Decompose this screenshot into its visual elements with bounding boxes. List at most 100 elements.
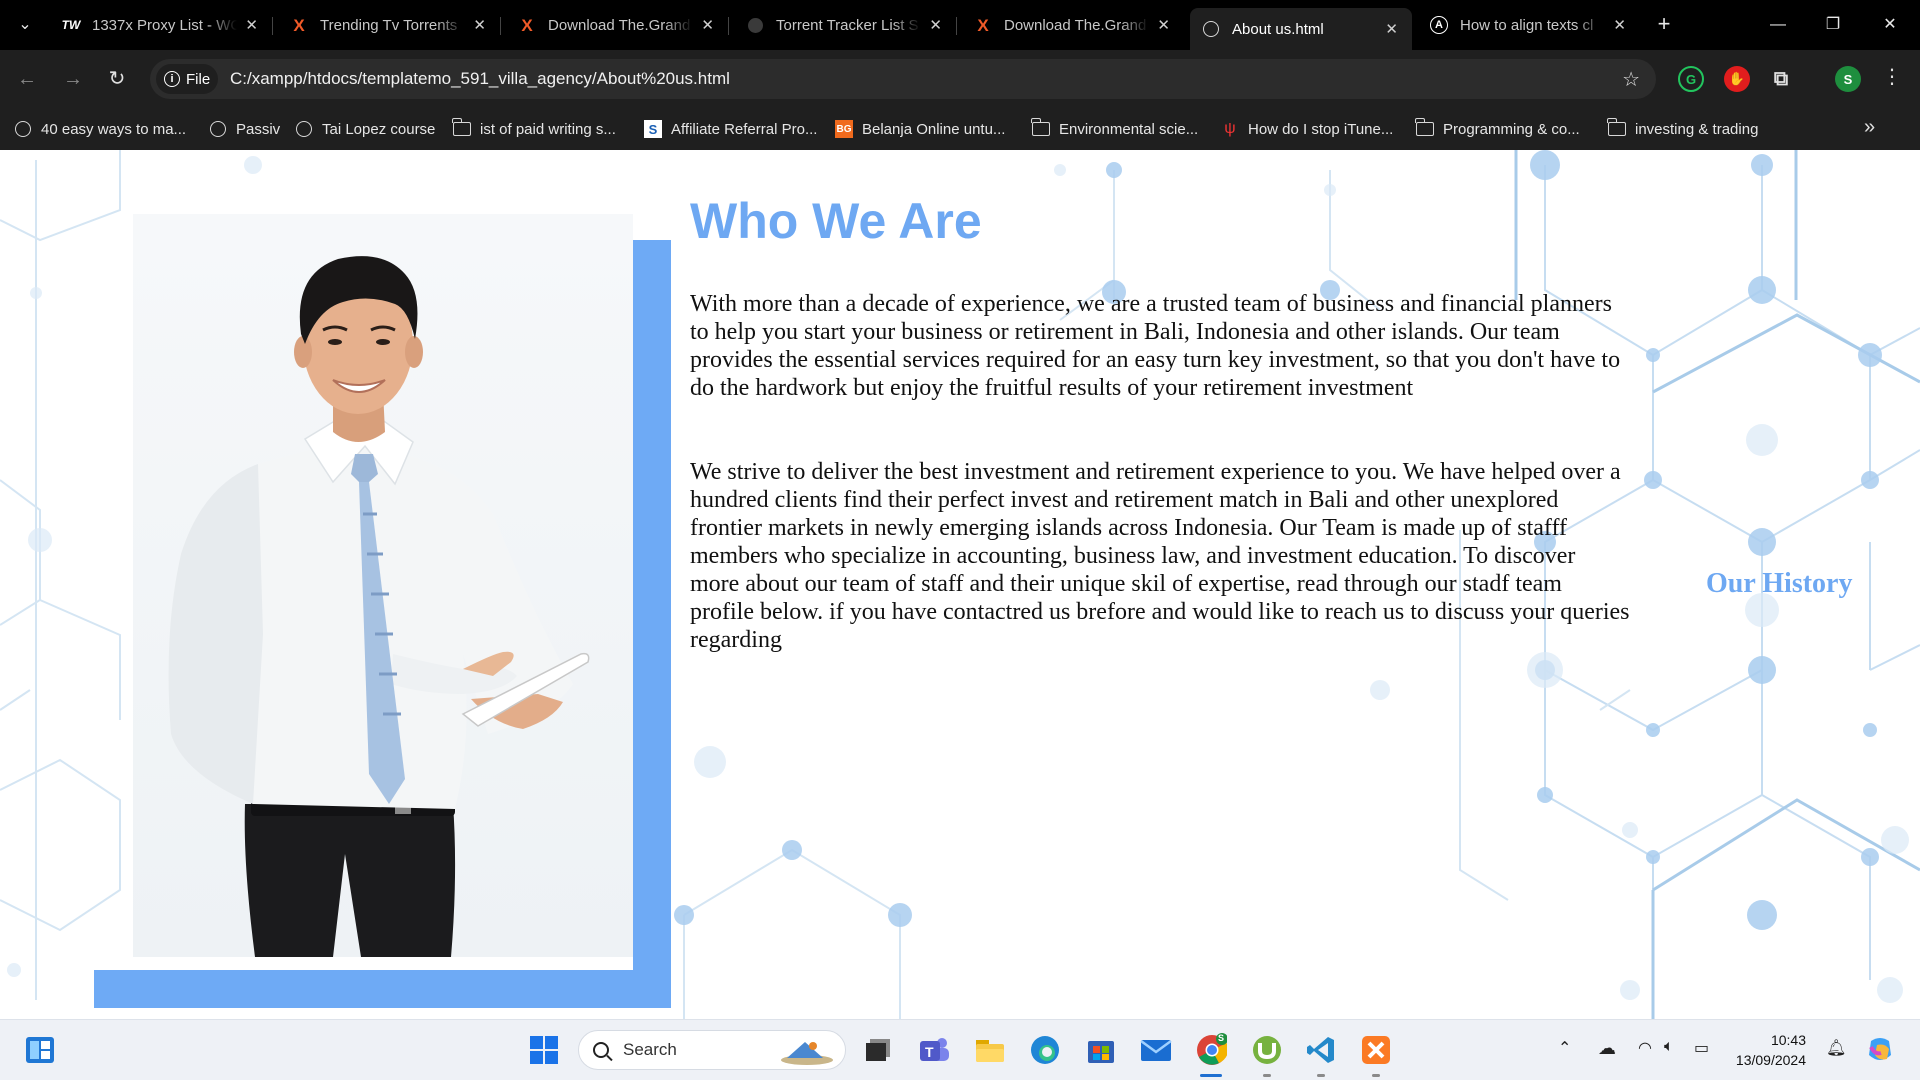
- task-view-icon[interactable]: [862, 1034, 894, 1066]
- address-bar[interactable]: i File C:/xampp/htdocs/templatemo_591_vi…: [150, 59, 1656, 99]
- url-text[interactable]: C:/xampp/htdocs/templatemo_591_villa_age…: [230, 69, 730, 89]
- bookmark-programming[interactable]: Programming & co...: [1415, 118, 1580, 140]
- minimize-button[interactable]: —: [1758, 10, 1798, 40]
- utorrent-icon[interactable]: [1251, 1034, 1283, 1066]
- bookmark-environmental[interactable]: Environmental scie...: [1031, 118, 1198, 140]
- profile-avatar[interactable]: S: [1835, 66, 1861, 92]
- about-paragraph-2: We strive to deliver the best investment…: [690, 459, 1630, 653]
- tab-align-texts[interactable]: A How to align texts cl ✕: [1418, 8, 1640, 42]
- reload-button[interactable]: ↻: [102, 64, 132, 94]
- volume-icon[interactable]: 🔈︎: [1664, 1038, 1674, 1056]
- new-tab-button[interactable]: +: [1650, 12, 1678, 38]
- tab-download-grand-1[interactable]: X Download The.Grand ✕: [506, 8, 728, 42]
- ai-icon: A: [1430, 16, 1448, 34]
- taskbar-search-box[interactable]: Search: [578, 1030, 846, 1070]
- xampp-icon[interactable]: [1360, 1034, 1392, 1066]
- x-logo-icon: X: [977, 15, 989, 35]
- onedrive-cloud-icon[interactable]: ☁: [1598, 1038, 1616, 1059]
- xampp-running-indicator: [1372, 1074, 1380, 1077]
- show-hidden-icons-chevron-icon[interactable]: ⌃: [1558, 1038, 1571, 1058]
- s-logo-icon: S: [644, 120, 662, 138]
- vscode-icon[interactable]: [1305, 1034, 1337, 1066]
- close-tab-icon[interactable]: ✕: [473, 16, 486, 34]
- tab-separator: [956, 17, 957, 35]
- utorrent-running-indicator: [1263, 1074, 1271, 1077]
- globe-icon: [14, 120, 32, 138]
- battery-icon[interactable]: ▭: [1694, 1038, 1709, 1058]
- extensions-puzzle-icon[interactable]: ⧉: [1768, 66, 1794, 92]
- forward-button[interactable]: →: [58, 64, 88, 94]
- adblock-extension-icon[interactable]: ✋: [1724, 66, 1750, 92]
- globe-icon: [1202, 20, 1220, 38]
- back-button[interactable]: ←: [12, 64, 42, 94]
- bg-logo-icon: BG: [835, 120, 853, 138]
- mail-icon[interactable]: [1140, 1034, 1172, 1066]
- tab-separator: [500, 17, 501, 35]
- bookmarks-bar: 40 easy ways to ma... Passiv Tai Lopez c…: [0, 108, 1920, 150]
- copilot-icon[interactable]: [1864, 1034, 1896, 1066]
- restore-button[interactable]: ❐: [1813, 10, 1853, 40]
- system-clock[interactable]: 10:43 13/09/2024: [1734, 1030, 1806, 1070]
- globe-icon: [746, 16, 764, 34]
- bookmark-belanja[interactable]: BG Belanja Online untu...: [835, 118, 1005, 140]
- close-tab-icon[interactable]: ✕: [1385, 20, 1398, 38]
- search-icon: [593, 1042, 609, 1058]
- tab-about-us[interactable]: About us.html ✕: [1190, 8, 1412, 50]
- tab-download-grand-2[interactable]: X Download The.Grand ✕: [962, 8, 1184, 42]
- close-tab-icon[interactable]: ✕: [1157, 16, 1170, 34]
- tab-1337x-proxy[interactable]: TW 1337x Proxy List - WC ✕: [50, 8, 272, 42]
- team-member-photo: [133, 214, 633, 957]
- widgets-icon[interactable]: [24, 1034, 56, 1066]
- close-tab-icon[interactable]: ✕: [701, 16, 714, 34]
- close-tab-icon[interactable]: ✕: [1613, 16, 1626, 34]
- close-window-button[interactable]: ✕: [1870, 10, 1910, 40]
- folder-icon: [1415, 118, 1434, 138]
- more-bookmarks-icon[interactable]: »: [1864, 116, 1875, 139]
- svg-text:T: T: [925, 1044, 934, 1060]
- close-tab-icon[interactable]: ✕: [929, 16, 942, 34]
- site-info-chip[interactable]: i File: [156, 64, 218, 94]
- x-logo-icon: X: [521, 15, 533, 35]
- bookmark-passiv[interactable]: Passiv: [209, 118, 280, 140]
- globe-icon: [295, 120, 313, 138]
- edge-browser-icon[interactable]: [1029, 1034, 1061, 1066]
- wifi-icon[interactable]: ◠: [1638, 1038, 1652, 1058]
- photo-frame-accent: [633, 240, 671, 1005]
- tab-separator: [728, 17, 729, 35]
- bookmark-itunes[interactable]: ψ How do I stop iTune...: [1221, 118, 1393, 140]
- page-title: Who We Are: [690, 193, 982, 249]
- notifications-bell-icon[interactable]: 🔔︎: [1826, 1038, 1846, 1058]
- teams-icon[interactable]: T: [918, 1034, 950, 1066]
- chrome-icon[interactable]: S: [1195, 1033, 1227, 1066]
- folder-icon: [1031, 118, 1050, 138]
- about-paragraph-1: With more than a decade of experience, w…: [690, 291, 1621, 401]
- folder-icon: [1607, 118, 1626, 138]
- search-highlight-illustration-icon: [781, 1042, 833, 1065]
- businessman-illustration: [168, 256, 590, 957]
- x-logo-icon: X: [293, 15, 305, 35]
- photo-frame-accent-bottom: [94, 970, 671, 1008]
- bookmark-tai-lopez[interactable]: Tai Lopez course: [295, 118, 435, 140]
- start-windows-icon[interactable]: [528, 1034, 560, 1066]
- bookmark-affiliate[interactable]: S Affiliate Referral Pro...: [644, 118, 817, 140]
- bookmark-paid-writing[interactable]: ist of paid writing s...: [452, 118, 616, 140]
- chrome-profile-badge: S: [1218, 1033, 1225, 1043]
- tab-separator: [272, 17, 273, 35]
- tab-search-chevron-icon[interactable]: ⌄: [10, 12, 40, 38]
- close-tab-icon[interactable]: ✕: [245, 16, 258, 34]
- grammarly-extension-icon[interactable]: G: [1678, 66, 1704, 92]
- bookmark-star-icon[interactable]: ☆: [1622, 67, 1640, 92]
- file-explorer-icon[interactable]: [974, 1034, 1006, 1066]
- windows-taskbar: Search T S ⌃ ☁ ◠ 🔈︎ ▭ 10:43 13/09/2024 🔔…: [0, 1019, 1920, 1080]
- microsoft-store-icon[interactable]: [1085, 1034, 1117, 1066]
- info-icon: i: [164, 71, 180, 87]
- page-viewport: Who We Are With more than a decade of ex…: [0, 150, 1920, 1019]
- folder-icon: [452, 118, 471, 138]
- bookmark-40-easy-ways[interactable]: 40 easy ways to ma...: [14, 118, 186, 140]
- tab-torrent-tracker[interactable]: Torrent Tracker List S ✕: [734, 8, 956, 42]
- browser-menu-icon[interactable]: ⋮: [1882, 64, 1902, 89]
- bookmark-investing[interactable]: investing & trading: [1607, 118, 1758, 140]
- globe-icon: [209, 120, 227, 138]
- fork-icon: ψ: [1224, 120, 1236, 137]
- tab-trending-tv[interactable]: X Trending Tv Torrents ✕: [278, 8, 500, 42]
